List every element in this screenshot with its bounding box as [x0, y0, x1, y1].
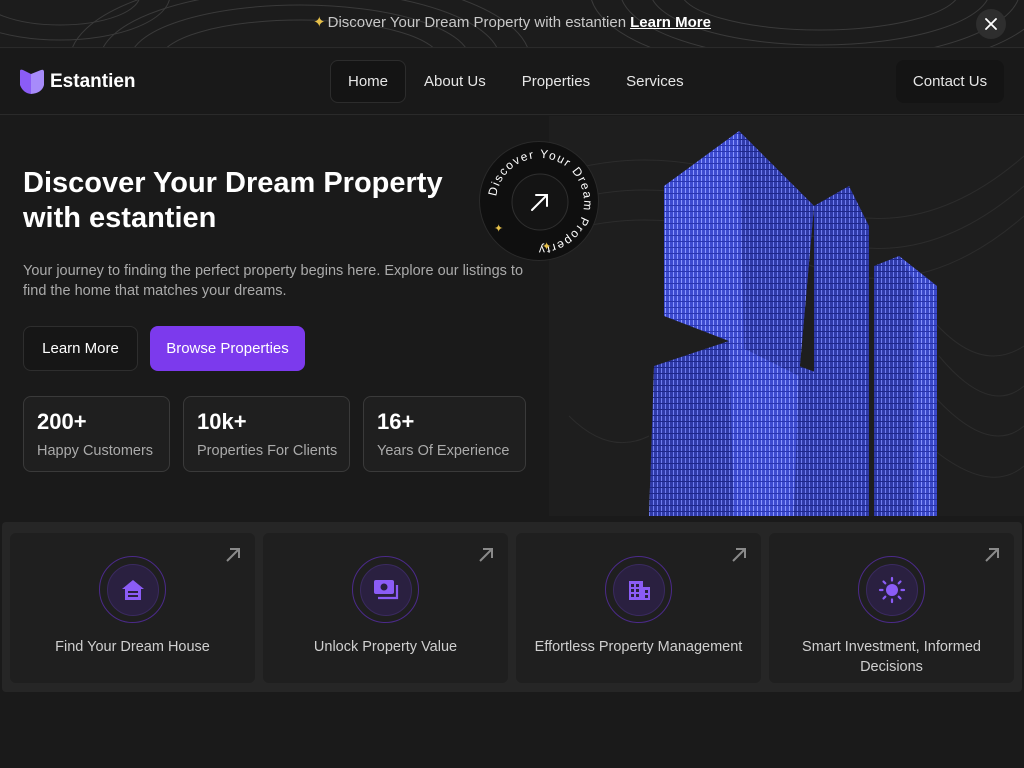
feature-label: Effortless Property Management: [534, 639, 743, 655]
browse-properties-button[interactable]: Browse Properties: [150, 326, 305, 371]
icon-ring: [352, 556, 419, 623]
stat-card-experience: 16+ Years Of Experience: [363, 396, 526, 472]
announcement-text: Discover Your Dream Property with estant…: [327, 14, 627, 31]
sparkle-icon: ✦: [542, 241, 551, 253]
main-navbar: Estantien Home About Us Properties Servi…: [0, 49, 1024, 115]
money-icon: [373, 579, 398, 599]
building-icon: [628, 580, 650, 600]
close-announcement-button[interactable]: [976, 9, 1006, 39]
logo-icon: [20, 69, 44, 94]
arrow-up-right-icon: [985, 548, 999, 562]
hero-section: Discover Your Dream Property with estant…: [0, 116, 549, 516]
building-illustration: [549, 131, 1024, 516]
contact-us-button[interactable]: Contact Us: [896, 60, 1004, 103]
logo-text: Estantien: [50, 71, 136, 92]
feature-card-dream-house[interactable]: Find Your Dream House: [10, 533, 255, 683]
learn-more-button[interactable]: Learn More: [23, 326, 138, 371]
arrow-up-right-icon: [479, 548, 493, 562]
stat-label: Happy Customers: [37, 443, 154, 459]
stat-label: Years Of Experience: [377, 443, 510, 459]
feature-label: Find Your Dream House: [55, 639, 210, 655]
sparkle-icon: ✦: [494, 223, 503, 235]
feature-card-property-value[interactable]: Unlock Property Value: [263, 533, 508, 683]
nav-item-services[interactable]: Services: [608, 60, 702, 103]
stat-card-customers: 200+ Happy Customers: [23, 396, 170, 472]
nav-menu: Home About Us Properties Services: [330, 60, 702, 103]
feature-card-smart-investment[interactable]: Smart Investment, Informed Decisions: [769, 533, 1014, 683]
announcement-bar: ✦ Discover Your Dream Property with estan…: [0, 0, 1024, 48]
nav-item-about-us[interactable]: About Us: [406, 60, 504, 103]
hero-description: Your journey to finding the perfect prop…: [23, 263, 524, 299]
stat-card-properties: 10k+ Properties For Clients: [183, 396, 350, 472]
icon-ring: [858, 556, 925, 623]
badge-graphic: Discover Your Dream Property ✦ ✦: [485, 147, 593, 257]
discover-property-badge[interactable]: Discover Your Dream Property ✦ ✦: [479, 141, 599, 261]
feature-card-property-management[interactable]: Effortless Property Management: [516, 533, 761, 683]
nav-item-properties[interactable]: Properties: [504, 60, 608, 103]
arrow-up-right-icon: [226, 548, 240, 562]
arrow-up-right-icon: [732, 548, 746, 562]
announcement-learn-more-link[interactable]: Learn More: [630, 14, 711, 31]
features-strip: Find Your Dream House Unlock Property Va…: [2, 522, 1022, 692]
feature-label: Smart Investment, Informed Decisions: [802, 639, 981, 675]
sun-icon: [878, 576, 905, 603]
sparkle-icon: ✦: [313, 14, 326, 31]
icon-ring: [605, 556, 672, 623]
hero-image: [549, 116, 1024, 516]
stat-label: Properties For Clients: [197, 443, 338, 459]
house-icon: [121, 579, 144, 600]
icon-ring: [99, 556, 166, 623]
stat-value: 10k+: [197, 409, 247, 434]
announcement-message: ✦ Discover Your Dream Property with estan…: [0, 13, 1024, 31]
feature-label: Unlock Property Value: [313, 639, 458, 655]
hero-title: Discover Your Dream Property with estant…: [23, 167, 443, 234]
stat-value: 200+: [37, 409, 87, 434]
close-icon: [985, 18, 997, 30]
brand-logo[interactable]: Estantien: [20, 69, 136, 95]
stat-value: 16+: [377, 409, 415, 434]
nav-item-home[interactable]: Home: [330, 60, 407, 103]
